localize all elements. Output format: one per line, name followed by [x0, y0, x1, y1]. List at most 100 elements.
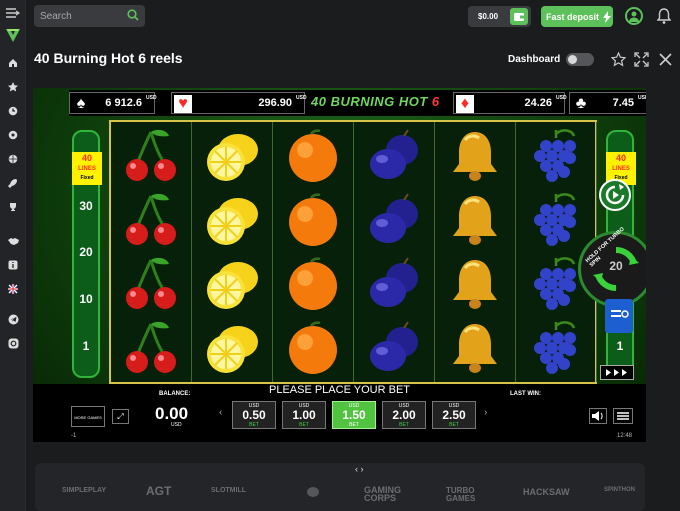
- cherries-icon: [121, 254, 181, 314]
- dashboard-label: Dashboard: [508, 54, 561, 65]
- provider-spinthon[interactable]: SPINTHON: [604, 487, 635, 493]
- line-number: 10: [79, 292, 93, 306]
- clock-icon[interactable]: [5, 104, 21, 118]
- menu-icon[interactable]: [5, 6, 21, 20]
- bet-button[interactable]: USD 2.50 BET: [432, 401, 476, 429]
- bet-button[interactable]: USD 1.00 BET: [282, 401, 326, 429]
- game-logo-number: 6: [431, 94, 440, 109]
- reel-column: [192, 122, 273, 382]
- lightning-icon: [603, 10, 612, 23]
- search-input[interactable]: Search: [34, 5, 145, 27]
- jackpot-currency: USD: [556, 95, 567, 101]
- autoplay-button[interactable]: [599, 179, 631, 211]
- heart-icon: ♥: [174, 95, 192, 113]
- jackpot-hearts: ♥ 296.90 USD: [171, 92, 307, 114]
- cherries-icon: [121, 190, 181, 250]
- dashboard-toggle[interactable]: [566, 53, 594, 66]
- grapes-icon: [526, 190, 586, 250]
- bet-value: 1.50: [342, 408, 366, 422]
- lemon-icon: [202, 126, 262, 186]
- cherries-icon: [121, 126, 181, 186]
- trophy-icon[interactable]: [5, 200, 21, 214]
- rocket-icon[interactable]: [5, 176, 21, 190]
- search-placeholder: Search: [40, 10, 72, 22]
- jackpot-bar: ♠ 6 912.6 USD ♥ 296.90 USD 40 BURNING HO…: [69, 90, 646, 116]
- telegram-icon[interactable]: [5, 312, 21, 326]
- settings-button[interactable]: [605, 299, 633, 333]
- game-frame[interactable]: ♠ 6 912.6 USD ♥ 296.90 USD 40 BURNING HO…: [33, 88, 646, 442]
- lemon-icon: [202, 190, 262, 250]
- game-status-strip: -1 12:48: [33, 431, 646, 442]
- bell-icon: [445, 126, 505, 186]
- line-number: 30: [79, 199, 93, 213]
- bet-prev-arrow[interactable]: ‹: [219, 407, 222, 418]
- last-win-label: LAST WIN:: [510, 391, 541, 397]
- provider-agt[interactable]: AGT: [146, 484, 171, 498]
- bet-value: 2.50: [442, 408, 466, 422]
- bet-value: 2.00: [392, 408, 416, 422]
- bet-button[interactable]: USD 1.50 BET: [332, 401, 376, 429]
- fullscreen-icon[interactable]: [634, 52, 649, 67]
- provider-hacksaw[interactable]: HACKSAW: [523, 487, 570, 497]
- provider-logo[interactable]: [307, 487, 319, 497]
- jackpot-currency: USD: [296, 95, 307, 101]
- fast-forward-button[interactable]: [600, 365, 634, 380]
- balance-label: BALANCE:: [159, 391, 191, 397]
- lines-count: 40: [81, 153, 92, 163]
- reel-column: [273, 122, 354, 382]
- notification-bell-icon[interactable]: [656, 7, 672, 25]
- balance-value: $0.00: [478, 12, 499, 21]
- cherries-icon: [121, 318, 181, 378]
- close-icon[interactable]: [658, 52, 673, 67]
- reels-area[interactable]: [109, 120, 597, 384]
- bell-icon: [445, 318, 505, 378]
- plum-icon: [364, 318, 424, 378]
- game-balance-value: 0.00: [155, 404, 189, 423]
- more-games-label: MORE GAMES: [74, 415, 102, 420]
- balance-button[interactable]: $0.00: [468, 6, 531, 27]
- favorite-star-icon[interactable]: [611, 52, 626, 67]
- lemon-icon: [202, 254, 262, 314]
- provider-gaming-corps[interactable]: GAMING CORPS: [364, 486, 418, 503]
- ball-icon[interactable]: [5, 152, 21, 166]
- more-games-button[interactable]: MORE GAMES: [71, 406, 105, 427]
- info-icon[interactable]: [5, 258, 21, 272]
- bet-button[interactable]: USD 2.00 BET: [382, 401, 426, 429]
- grapes-icon: [526, 254, 586, 314]
- lines-indicator-left: 40 LINES Fixed 30 20 10 1: [72, 130, 102, 378]
- bet-label: BET: [299, 422, 309, 428]
- fast-deposit-button[interactable]: Fast deposit: [541, 6, 613, 27]
- user-avatar-icon[interactable]: [625, 7, 643, 25]
- status-left: -1: [71, 433, 77, 439]
- game-menu-icon[interactable]: [613, 408, 633, 424]
- expand-icon[interactable]: ⤢: [112, 409, 129, 424]
- bell-icon: [445, 254, 505, 314]
- game-balance-currency: USD: [171, 422, 182, 428]
- brand-logo-icon[interactable]: [4, 26, 22, 44]
- bet-next-arrow[interactable]: ›: [484, 407, 487, 418]
- game-logo-text: 40 BURNING HOT: [311, 94, 428, 109]
- orange-icon: [283, 126, 343, 186]
- handshake-icon[interactable]: [5, 234, 21, 248]
- bet-label: BET: [399, 422, 409, 428]
- sound-icon[interactable]: [589, 408, 607, 424]
- grapes-icon: [526, 318, 586, 378]
- provider-slotmill[interactable]: SLOTMILL: [211, 487, 246, 494]
- bet-button[interactable]: USD 0.50 BET: [232, 401, 276, 429]
- provider-turbo-games[interactable]: TURBO GAMES: [446, 487, 494, 503]
- providers-nav[interactable]: ‹ ›: [355, 464, 364, 474]
- jackpot-currency: USD: [146, 95, 157, 101]
- bet-label: BET: [249, 422, 259, 428]
- game-logo: 40 BURNING HOT 6: [311, 94, 440, 109]
- soccer-icon[interactable]: [5, 128, 21, 142]
- provider-simpleplay[interactable]: SIMPLEPLAY: [62, 487, 106, 494]
- home-icon[interactable]: [5, 56, 21, 70]
- lines-sub: LINES: [612, 166, 630, 172]
- search-icon[interactable]: [127, 9, 139, 21]
- flag-uk-icon[interactable]: [5, 282, 21, 296]
- star-icon[interactable]: [5, 80, 21, 94]
- reel-column: [111, 122, 192, 382]
- lines-count: 40: [615, 153, 626, 163]
- wallet-icon[interactable]: [510, 8, 528, 25]
- instagram-icon[interactable]: [5, 336, 21, 350]
